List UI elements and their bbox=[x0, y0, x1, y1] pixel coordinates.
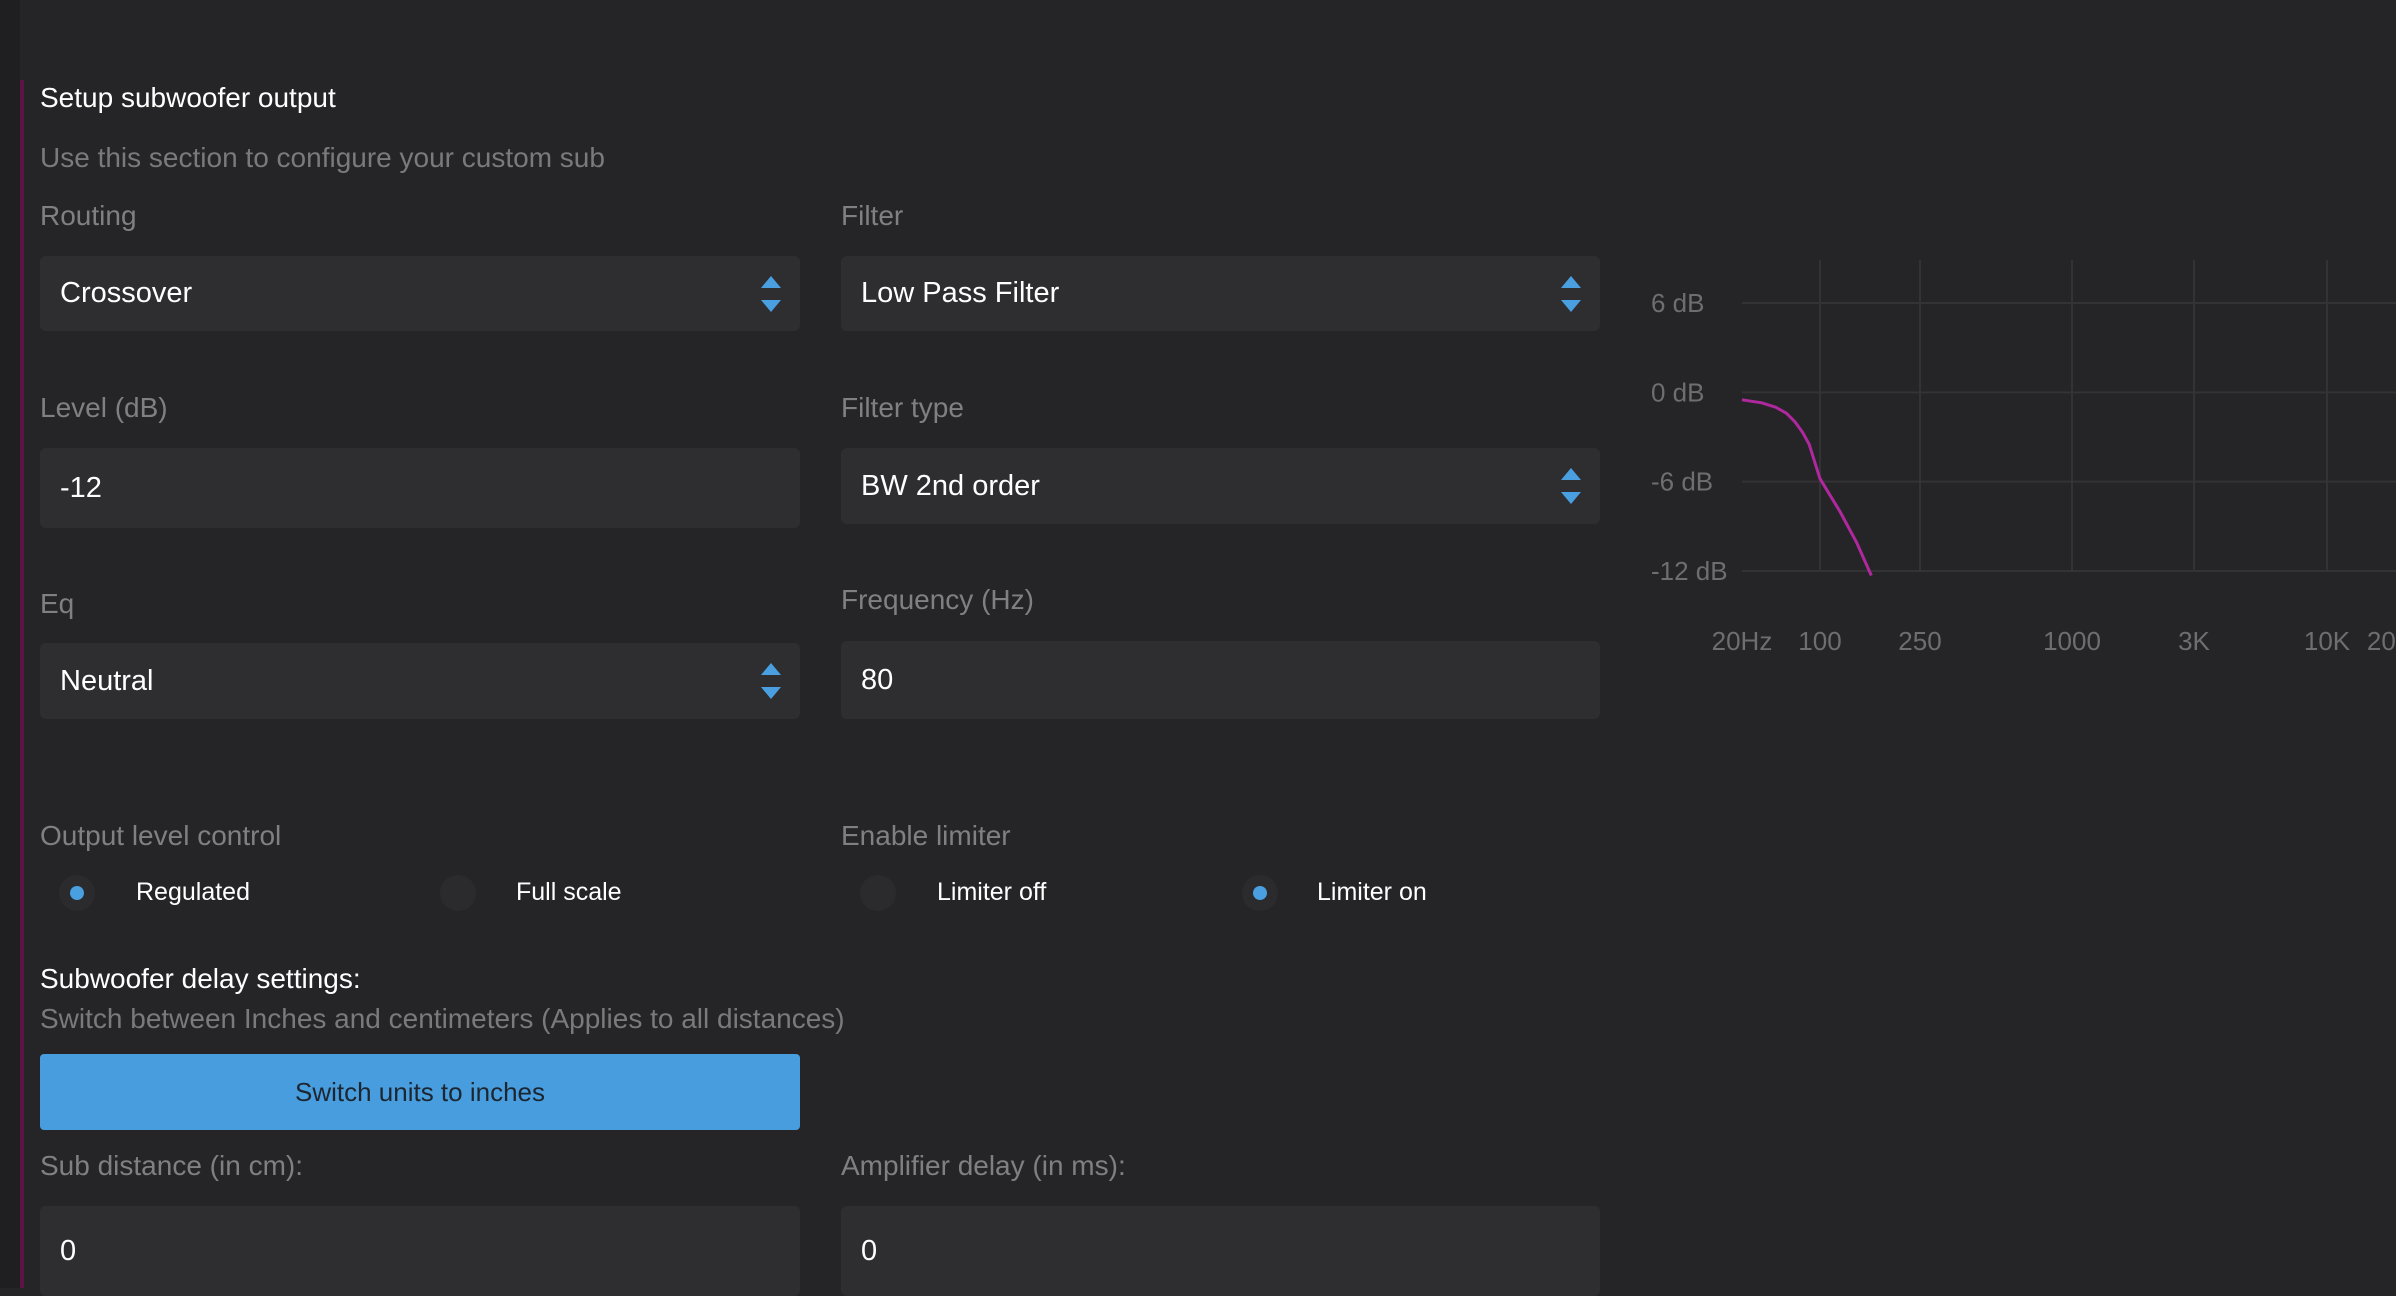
radio-full-scale-label: Full scale bbox=[516, 878, 622, 906]
eq-label: Eq bbox=[40, 588, 75, 619]
select-arrows-icon bbox=[760, 275, 782, 312]
select-arrows-icon bbox=[760, 663, 782, 699]
y-tick-label: -12 dB bbox=[1651, 556, 1728, 586]
amp-delay-input[interactable]: 0 bbox=[841, 1206, 1600, 1296]
frequency-response-chart: 6 dB 0 dB -6 dB -12 dB 20Hz 100 250 1000 3K 10K 20… bbox=[1651, 260, 2396, 656]
level-input[interactable]: -12 bbox=[40, 448, 800, 528]
x-tick-label: 100 bbox=[1798, 626, 1841, 656]
section-title: Setup subwoofer output bbox=[40, 82, 336, 113]
filter-value: Low Pass Filter bbox=[861, 277, 1060, 309]
routing-value: Crossover bbox=[60, 277, 193, 309]
filter-type-select[interactable]: BW 2nd order bbox=[841, 448, 1600, 524]
y-tick-label: 6 dB bbox=[1651, 288, 1705, 318]
filter-type-value: BW 2nd order bbox=[861, 469, 1040, 502]
delay-title: Subwoofer delay settings: bbox=[40, 963, 361, 994]
y-tick-label: 0 dB bbox=[1651, 377, 1705, 407]
frequency-value: 80 bbox=[861, 663, 894, 696]
radio-full-scale[interactable] bbox=[440, 875, 476, 911]
radio-limiter-on[interactable] bbox=[1242, 875, 1278, 911]
x-tick-label: 250 bbox=[1898, 626, 1941, 656]
left-gutter bbox=[0, 0, 20, 1288]
y-tick-label: -6 dB bbox=[1651, 467, 1713, 497]
switch-units-button[interactable]: Switch units to inches bbox=[40, 1054, 800, 1130]
level-label: Level (dB) bbox=[40, 392, 168, 423]
frequency-input[interactable]: 80 bbox=[841, 641, 1600, 719]
section-accent-bar bbox=[20, 80, 24, 1288]
routing-label: Routing bbox=[40, 200, 137, 231]
radio-regulated[interactable] bbox=[59, 875, 95, 911]
x-tick-label: 20Hz bbox=[1712, 626, 1773, 656]
sub-distance-value: 0 bbox=[60, 1234, 77, 1267]
sub-distance-label: Sub distance (in cm): bbox=[40, 1150, 303, 1181]
radio-limiter-off-label: Limiter off bbox=[937, 878, 1047, 906]
frequency-label: Frequency (Hz) bbox=[841, 584, 1034, 615]
radio-regulated-label: Regulated bbox=[136, 878, 250, 906]
response-curve bbox=[1741, 398, 1873, 577]
eq-select[interactable]: Neutral bbox=[40, 643, 800, 719]
radio-limiter-on-label: Limiter on bbox=[1317, 878, 1427, 906]
section-subtitle: Use this section to configure your custo… bbox=[40, 142, 605, 173]
sub-distance-input[interactable]: 0 bbox=[40, 1206, 800, 1296]
level-value: -12 bbox=[60, 471, 102, 504]
routing-select[interactable]: Crossover bbox=[40, 256, 800, 331]
x-tick-label: 3K bbox=[2178, 626, 2210, 656]
select-arrows-icon bbox=[1560, 468, 1582, 504]
filter-type-label: Filter type bbox=[841, 392, 964, 423]
eq-value: Neutral bbox=[60, 664, 154, 697]
filter-select[interactable]: Low Pass Filter bbox=[841, 256, 1600, 331]
x-tick-label: 1000 bbox=[2043, 626, 2101, 656]
amp-delay-value: 0 bbox=[861, 1234, 878, 1267]
x-tick-label: 20K bbox=[2367, 626, 2396, 656]
output-level-label: Output level control bbox=[40, 820, 282, 851]
amp-delay-label: Amplifier delay (in ms): bbox=[841, 1150, 1126, 1181]
delay-subtitle: Switch between Inches and centimeters (A… bbox=[40, 1003, 845, 1034]
select-arrows-icon bbox=[1560, 275, 1582, 312]
limiter-label: Enable limiter bbox=[841, 820, 1011, 851]
filter-label: Filter bbox=[841, 200, 904, 231]
x-tick-label: 10K bbox=[2304, 626, 2351, 656]
radio-limiter-off[interactable] bbox=[860, 875, 896, 911]
